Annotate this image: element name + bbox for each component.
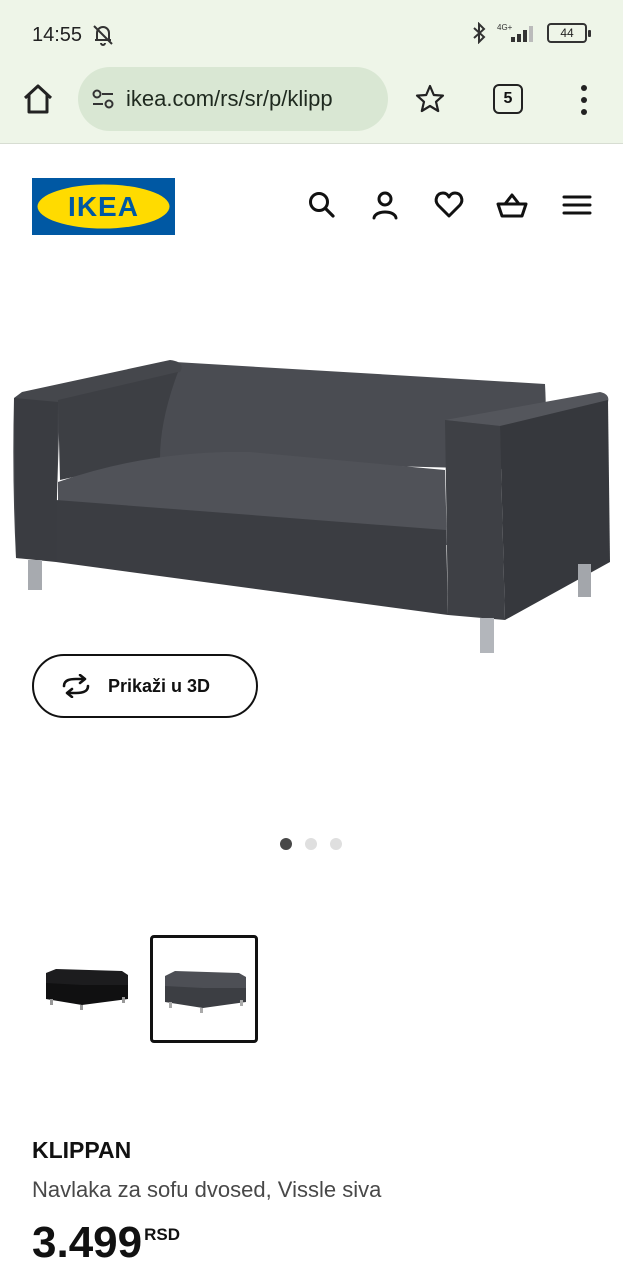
price-currency: RSD — [144, 1225, 181, 1244]
tab-switcher-button[interactable]: 5 — [493, 84, 523, 114]
hamburger-menu-icon[interactable] — [561, 188, 593, 222]
battery-level: 44 — [560, 26, 574, 40]
tab-count: 5 — [503, 90, 513, 107]
thumbnail-image-black — [46, 969, 128, 1010]
basket-icon[interactable] — [496, 188, 528, 222]
bluetooth-icon — [473, 22, 486, 44]
product-name[interactable]: KLIPPAN — [32, 1137, 131, 1164]
network-type: 4G+ — [497, 23, 513, 32]
view-in-3d-label: Prikaži u 3D — [108, 675, 211, 696]
product-image-sofa[interactable] — [0, 300, 623, 680]
notifications-muted-icon — [93, 25, 113, 46]
rotate-3d-icon — [62, 674, 90, 698]
price-value: 3.499 — [32, 1218, 143, 1267]
gallery-pagination — [280, 838, 342, 850]
user-icon[interactable] — [369, 188, 401, 222]
home-icon[interactable] — [20, 81, 56, 117]
heart-icon[interactable] — [433, 188, 465, 222]
thumbnail-grey-sofa[interactable] — [150, 935, 258, 1043]
view-in-3d-button[interactable]: Prikaži u 3D — [32, 654, 258, 718]
browser-toolbar: ikea.com/rs/sr/p/klipp 5 — [0, 66, 623, 144]
gallery-dot-3[interactable] — [330, 838, 342, 850]
thumbnail-image-grey — [165, 971, 246, 1013]
product-description: Navlaka za sofu dvosed, Vissle siva — [32, 1177, 382, 1202]
status-indicators: 4G+ 44 — [469, 22, 591, 44]
thumbnail-black-sofa[interactable] — [32, 935, 140, 1043]
logo-text: IKEA — [68, 191, 139, 222]
ikea-logo[interactable]: IKEA — [32, 178, 175, 235]
more-options-icon[interactable] — [572, 80, 596, 120]
product-price: 3.499 RSD — [32, 1218, 180, 1268]
address-bar[interactable]: ikea.com/rs/sr/p/klipp — [78, 67, 388, 131]
status-time: 14:55 — [32, 24, 83, 46]
search-icon[interactable] — [306, 188, 338, 222]
url-text[interactable]: ikea.com/rs/sr/p/klipp — [126, 86, 333, 112]
battery-indicator: 44 — [547, 23, 591, 43]
site-settings-icon[interactable] — [90, 86, 116, 112]
gallery-dot-2[interactable] — [305, 838, 317, 850]
signal-icon: 4G+ — [497, 23, 533, 42]
status-bar: 14:55 4G+ 44 — [0, 0, 623, 66]
bookmark-star-icon[interactable] — [414, 83, 446, 115]
gallery-dot-1[interactable] — [280, 838, 292, 850]
